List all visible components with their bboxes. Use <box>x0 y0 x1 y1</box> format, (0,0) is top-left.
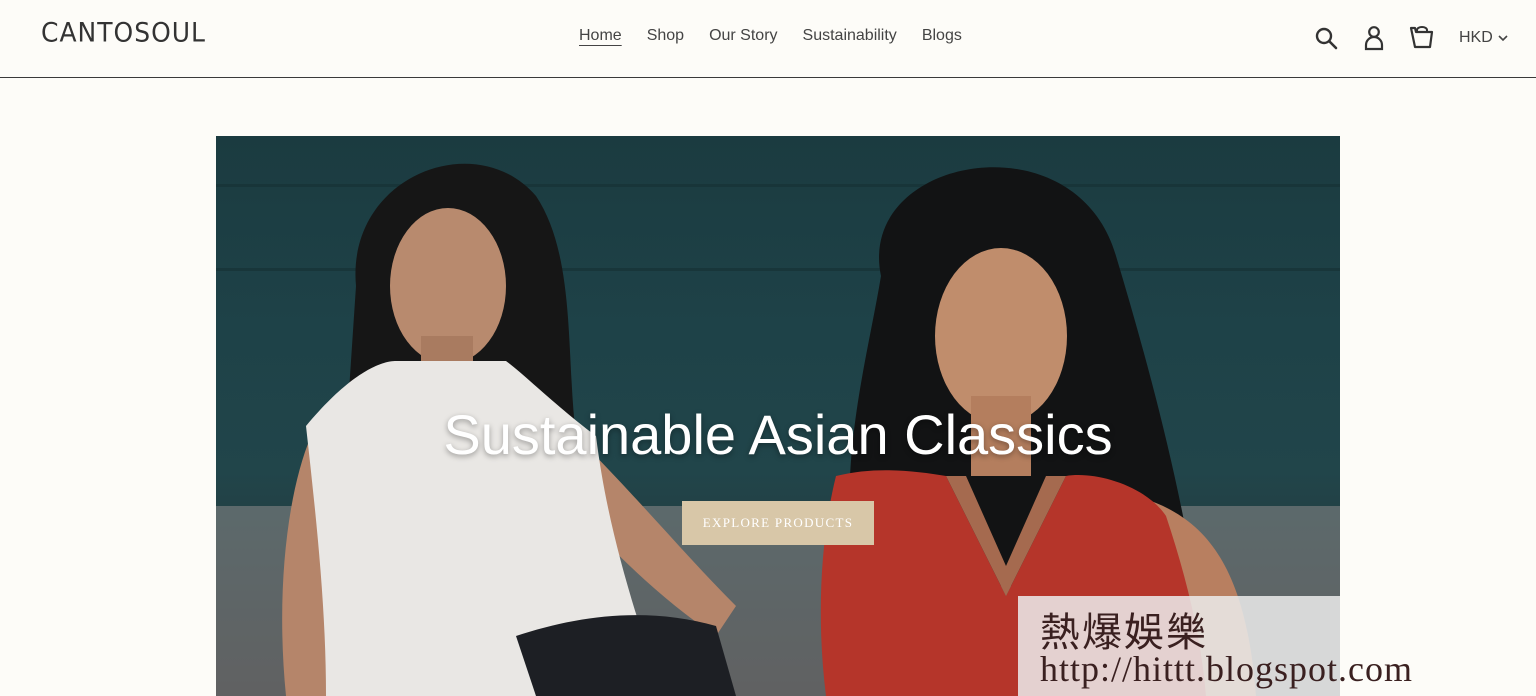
nav-item-home[interactable]: Home <box>579 27 622 45</box>
nav-item-shop[interactable]: Shop <box>647 27 684 45</box>
account-icon[interactable] <box>1361 24 1387 52</box>
site-header: CANTOSOUL Home Shop Our Story Sustainabi… <box>0 0 1536 78</box>
nav-item-blogs[interactable]: Blogs <box>922 27 962 45</box>
nav-item-our-story[interactable]: Our Story <box>709 27 777 45</box>
main-nav: Home Shop Our Story Sustainability Blogs <box>579 27 962 45</box>
cart-icon[interactable] <box>1409 24 1435 52</box>
currency-value: HKD <box>1459 29 1493 46</box>
hero-title: Sustainable Asian Classics <box>443 403 1113 466</box>
watermark-url: http://hittt.blogspot.com <box>1040 649 1414 689</box>
brand-logo[interactable]: CANTOSOUL <box>41 17 206 47</box>
search-icon[interactable] <box>1313 24 1339 52</box>
explore-products-button[interactable]: EXPLORE PRODUCTS <box>682 501 874 545</box>
nav-item-sustainability[interactable]: Sustainability <box>803 27 897 45</box>
header-actions <box>1313 24 1435 52</box>
chevron-down-icon <box>1498 29 1508 47</box>
currency-selector[interactable]: HKD <box>1459 29 1508 47</box>
watermark: 熱爆娛樂 http://hittt.blogspot.com <box>1018 596 1412 696</box>
